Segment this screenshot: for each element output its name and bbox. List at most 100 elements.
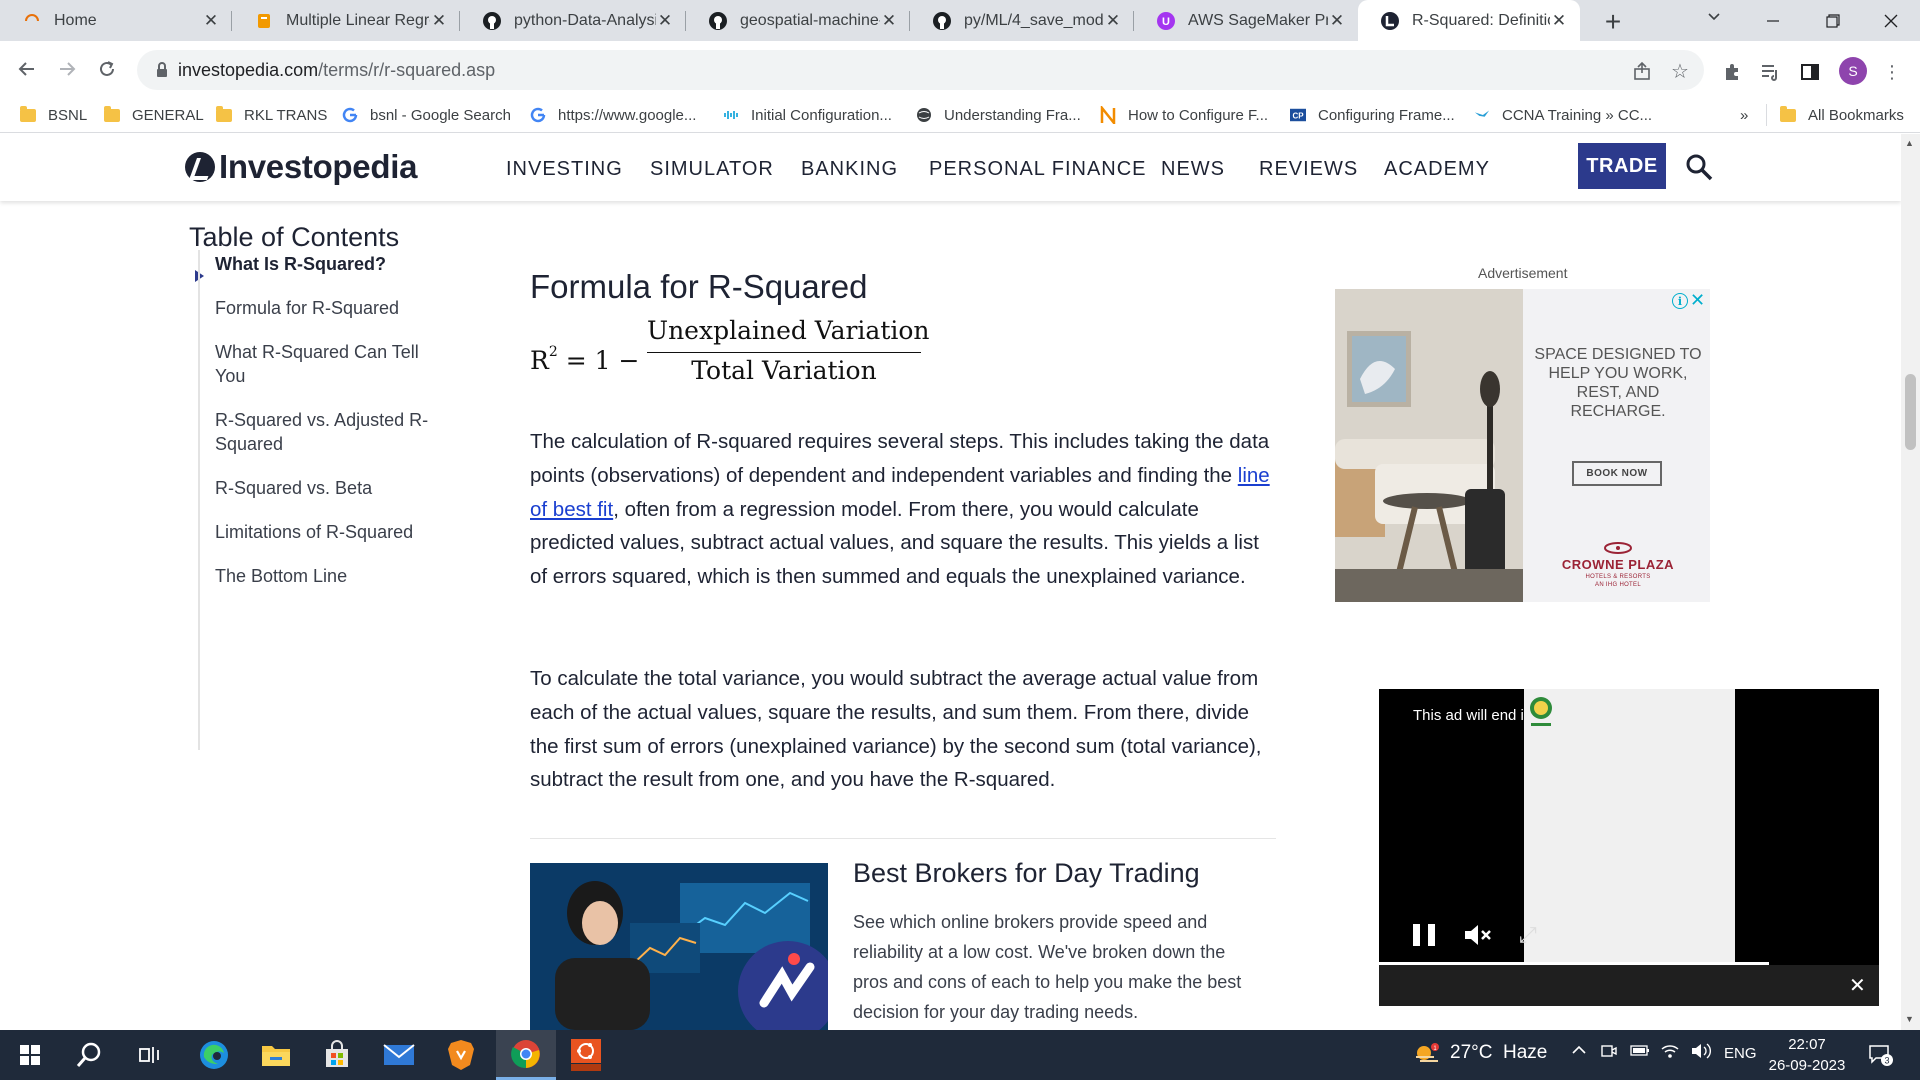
- investopedia-mark-icon: [185, 152, 215, 182]
- minimize-button[interactable]: [1744, 0, 1802, 41]
- nav-banking[interactable]: BANKING: [801, 158, 898, 181]
- system-clock[interactable]: 22:07 26-09-2023: [1768, 1034, 1846, 1076]
- bookmark-initial-configuration[interactable]: Initial Configuration...: [723, 103, 892, 127]
- cisco-icon: [723, 107, 739, 123]
- menu-icon[interactable]: ⋮: [1880, 60, 1904, 84]
- volume-icon[interactable]: [1690, 1042, 1712, 1065]
- notification-center-icon[interactable]: 3: [1868, 1043, 1894, 1067]
- advertisement-label: Advertisement: [1478, 265, 1568, 281]
- start-icon[interactable]: [6, 1030, 54, 1080]
- close-tab-icon[interactable]: ✕: [1104, 11, 1122, 31]
- close-tab-icon[interactable]: ✕: [202, 11, 220, 31]
- bookmark-how-to-configure[interactable]: How to Configure F...: [1100, 103, 1268, 127]
- extensions-icon[interactable]: [1720, 60, 1744, 84]
- ubuntu-icon[interactable]: [562, 1030, 610, 1080]
- tab-save-model[interactable]: py/ML/4_save_model. ✕: [910, 0, 1134, 41]
- scrollbar-thumb[interactable]: [1905, 374, 1916, 450]
- crowne-plaza-ad[interactable]: SPACE DESIGNED TO HELP YOU WORK, REST, A…: [1335, 289, 1710, 602]
- adchoices-info-icon[interactable]: i: [1672, 293, 1688, 309]
- language-indicator[interactable]: ENG: [1724, 1045, 1757, 1062]
- toc-item-limitations[interactable]: Limitations of R-Squared: [215, 520, 445, 544]
- pause-icon[interactable]: [1413, 924, 1435, 946]
- back-button[interactable]: [9, 51, 45, 87]
- nav-personal-finance[interactable]: PERSONAL FINANCE: [929, 158, 1147, 181]
- reading-list-icon[interactable]: [1758, 60, 1782, 84]
- nav-news[interactable]: NEWS: [1161, 158, 1225, 181]
- close-window-button[interactable]: [1862, 0, 1920, 41]
- address-bar[interactable]: investopedia.com/terms/r/r-squared.asp ☆: [137, 50, 1704, 90]
- side-panel-icon[interactable]: [1798, 60, 1822, 84]
- forward-button[interactable]: [49, 51, 85, 87]
- profile-avatar[interactable]: S: [1839, 57, 1867, 85]
- new-tab-button[interactable]: +: [1598, 6, 1628, 38]
- task-view-icon[interactable]: [126, 1030, 174, 1080]
- nav-simulator[interactable]: SIMULATOR: [650, 158, 774, 181]
- close-tab-icon[interactable]: ✕: [880, 11, 898, 31]
- related-article-title[interactable]: Best Brokers for Day Trading: [853, 858, 1200, 889]
- tab-home[interactable]: Home ✕: [0, 0, 232, 41]
- folder-icon: [104, 105, 120, 123]
- store-icon[interactable]: [313, 1030, 361, 1080]
- video-ad-player[interactable]: This ad will end i ⤢: [1379, 689, 1879, 965]
- tab-multiple-linear-regression[interactable]: Multiple Linear Regre ✕: [232, 0, 460, 41]
- svg-text:3: 3: [1884, 1056, 1889, 1066]
- show-hidden-icons-chevron-icon[interactable]: [1571, 1042, 1587, 1063]
- tab-python-data-analysis[interactable]: python-Data-Analysis ✕: [460, 0, 686, 41]
- search-icon[interactable]: [1684, 152, 1714, 182]
- meet-now-icon[interactable]: [1600, 1042, 1618, 1065]
- site-info-icon[interactable]: [155, 61, 169, 84]
- weather-widget[interactable]: 1 27°C Haze: [1414, 1042, 1547, 1064]
- bookmark-configuring-frame[interactable]: CP Configuring Frame...: [1290, 103, 1455, 127]
- bookmark-understanding-frame[interactable]: Understanding Fra...: [916, 103, 1081, 127]
- toc-item-formula[interactable]: Formula for R-Squared: [215, 296, 445, 320]
- mute-icon[interactable]: [1463, 922, 1493, 948]
- wifi-icon[interactable]: [1660, 1042, 1680, 1065]
- investopedia-logo[interactable]: Investopedia: [185, 148, 417, 186]
- scroll-down-arrow-icon[interactable]: ▼: [1905, 1014, 1914, 1024]
- video-ad-close-icon[interactable]: ✕: [1849, 973, 1866, 998]
- bookmark-star-icon[interactable]: ☆: [1668, 59, 1692, 83]
- day-trading-image[interactable]: [530, 863, 828, 1030]
- all-bookmarks-button[interactable]: All Bookmarks: [1780, 103, 1904, 127]
- reload-button[interactable]: [89, 51, 125, 87]
- brave-icon[interactable]: [437, 1030, 485, 1080]
- nav-investing[interactable]: INVESTING: [506, 158, 623, 181]
- nav-academy[interactable]: ACADEMY: [1384, 158, 1490, 181]
- edge-icon[interactable]: [190, 1030, 238, 1080]
- toc-item-bottom-line[interactable]: The Bottom Line: [215, 564, 445, 588]
- bookmark-google-url[interactable]: https://www.google...: [530, 103, 696, 127]
- share-icon[interactable]: [1630, 59, 1654, 83]
- scroll-up-arrow-icon[interactable]: ▲: [1905, 138, 1914, 148]
- file-explorer-icon[interactable]: [252, 1030, 300, 1080]
- bookmark-rkl-trans[interactable]: RKL TRANS: [216, 103, 327, 127]
- bookmarks-overflow-button[interactable]: »: [1740, 103, 1748, 127]
- close-tab-icon[interactable]: ✕: [656, 11, 674, 31]
- browser-toolbar: investopedia.com/terms/r/r-squared.asp ☆…: [0, 41, 1920, 97]
- restore-button[interactable]: [1804, 0, 1862, 41]
- trade-button[interactable]: TRADE: [1578, 143, 1666, 189]
- bookmark-general[interactable]: GENERAL: [104, 103, 204, 127]
- bookmark-bsnl[interactable]: BSNL: [20, 103, 87, 127]
- ad-close-icon[interactable]: ✕: [1690, 290, 1705, 311]
- close-tab-icon[interactable]: ✕: [1328, 11, 1346, 31]
- battery-icon[interactable]: [1630, 1042, 1650, 1063]
- chrome-icon[interactable]: [496, 1030, 556, 1080]
- toc-item-what-r-squared-can-tell-you[interactable]: What R-Squared Can Tell You: [215, 340, 445, 388]
- tab-search-chevron-icon[interactable]: [1706, 8, 1722, 29]
- toc-item-r-squared-vs-adjusted[interactable]: R-Squared vs. Adjusted R-Squared: [215, 408, 445, 456]
- tab-aws-sagemaker[interactable]: U AWS SageMaker Prac ✕: [1134, 0, 1358, 41]
- bookmark-bsnl-google-search[interactable]: bsnl - Google Search: [342, 103, 511, 127]
- close-tab-icon[interactable]: ✕: [1550, 11, 1568, 31]
- page-scrollbar[interactable]: ▲ ▼: [1901, 134, 1920, 1030]
- search-icon[interactable]: [66, 1030, 114, 1080]
- book-now-button[interactable]: BOOK NOW: [1572, 461, 1662, 486]
- toc-item-r-squared-vs-beta[interactable]: R-Squared vs. Beta: [215, 476, 445, 500]
- expand-icon[interactable]: ⤢: [1519, 922, 1537, 948]
- tab-geospatial-machine-learning[interactable]: geospatial-machine-le ✕: [686, 0, 910, 41]
- bookmark-ccna-training[interactable]: CCNA Training » CC...: [1474, 103, 1652, 127]
- nav-reviews[interactable]: REVIEWS: [1259, 158, 1358, 181]
- tab-r-squared[interactable]: R-Squared: Definition ✕: [1358, 0, 1580, 41]
- toc-item-what-is-r-squared[interactable]: What Is R-Squared?: [215, 252, 445, 276]
- mail-icon[interactable]: [375, 1030, 423, 1080]
- close-tab-icon[interactable]: ✕: [430, 11, 448, 31]
